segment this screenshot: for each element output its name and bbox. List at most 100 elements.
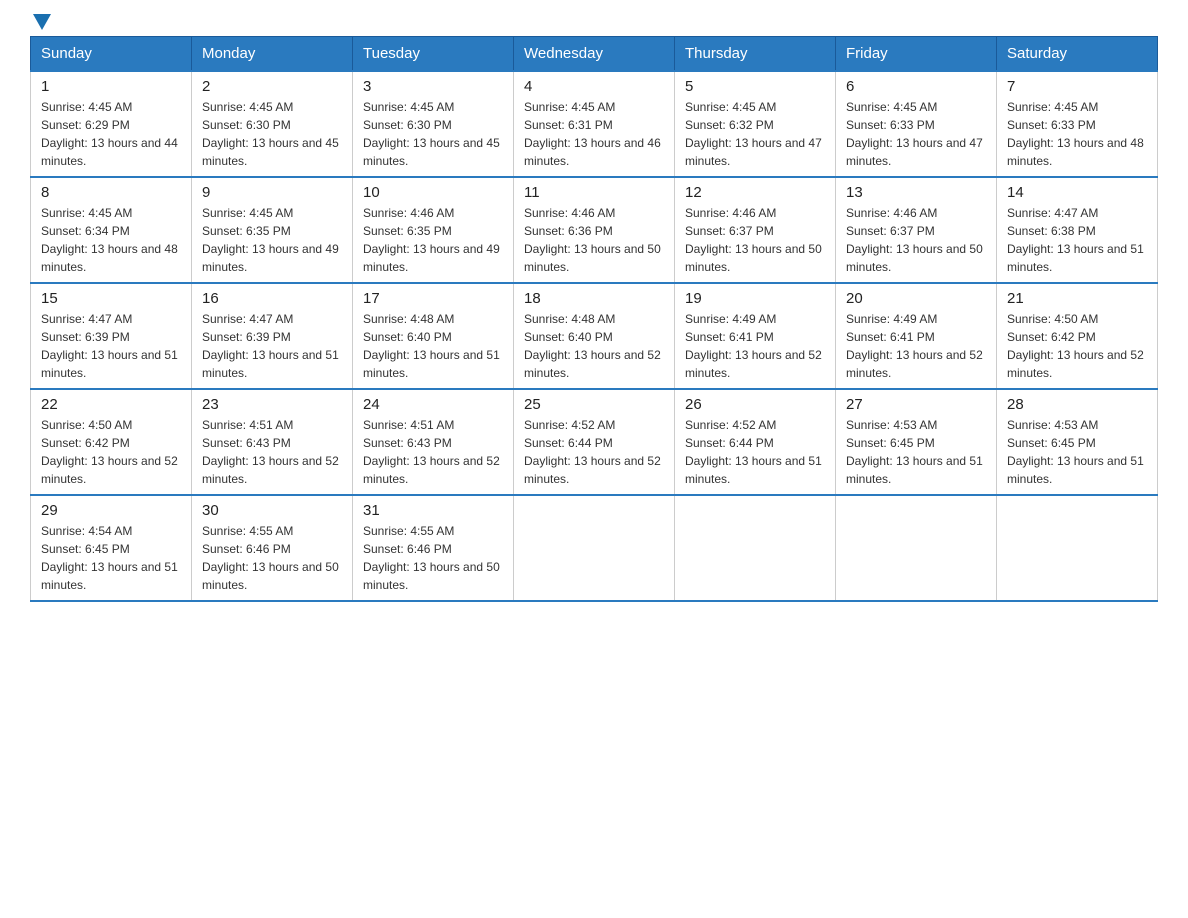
day-number: 1: [41, 78, 181, 95]
calendar-cell: [514, 495, 675, 601]
calendar-cell: 28 Sunrise: 4:53 AMSunset: 6:45 PMDaylig…: [997, 389, 1158, 495]
day-info: Sunrise: 4:45 AMSunset: 6:32 PMDaylight:…: [685, 100, 822, 168]
day-number: 16: [202, 290, 342, 307]
calendar-cell: 19 Sunrise: 4:49 AMSunset: 6:41 PMDaylig…: [675, 283, 836, 389]
calendar-cell: 29 Sunrise: 4:54 AMSunset: 6:45 PMDaylig…: [31, 495, 192, 601]
day-number: 31: [363, 502, 503, 519]
calendar-cell: 27 Sunrise: 4:53 AMSunset: 6:45 PMDaylig…: [836, 389, 997, 495]
day-info: Sunrise: 4:45 AMSunset: 6:30 PMDaylight:…: [363, 100, 500, 168]
day-number: 30: [202, 502, 342, 519]
weekday-header-friday: Friday: [836, 37, 997, 72]
day-info: Sunrise: 4:45 AMSunset: 6:33 PMDaylight:…: [846, 100, 983, 168]
calendar-table: SundayMondayTuesdayWednesdayThursdayFrid…: [30, 36, 1158, 602]
day-info: Sunrise: 4:54 AMSunset: 6:45 PMDaylight:…: [41, 524, 178, 592]
calendar-cell: [675, 495, 836, 601]
day-info: Sunrise: 4:55 AMSunset: 6:46 PMDaylight:…: [202, 524, 339, 592]
calendar-cell: 16 Sunrise: 4:47 AMSunset: 6:39 PMDaylig…: [192, 283, 353, 389]
day-number: 9: [202, 184, 342, 201]
day-info: Sunrise: 4:46 AMSunset: 6:37 PMDaylight:…: [685, 206, 822, 274]
calendar-cell: 1 Sunrise: 4:45 AMSunset: 6:29 PMDayligh…: [31, 71, 192, 177]
day-info: Sunrise: 4:46 AMSunset: 6:36 PMDaylight:…: [524, 206, 661, 274]
day-number: 21: [1007, 290, 1147, 307]
calendar-cell: 3 Sunrise: 4:45 AMSunset: 6:30 PMDayligh…: [353, 71, 514, 177]
calendar-cell: 12 Sunrise: 4:46 AMSunset: 6:37 PMDaylig…: [675, 177, 836, 283]
day-info: Sunrise: 4:45 AMSunset: 6:33 PMDaylight:…: [1007, 100, 1144, 168]
calendar-cell: 5 Sunrise: 4:45 AMSunset: 6:32 PMDayligh…: [675, 71, 836, 177]
calendar-week-row: 1 Sunrise: 4:45 AMSunset: 6:29 PMDayligh…: [31, 71, 1158, 177]
weekday-header-row: SundayMondayTuesdayWednesdayThursdayFrid…: [31, 37, 1158, 72]
logo: [30, 20, 51, 26]
day-number: 18: [524, 290, 664, 307]
day-info: Sunrise: 4:53 AMSunset: 6:45 PMDaylight:…: [1007, 418, 1144, 486]
calendar-cell: 8 Sunrise: 4:45 AMSunset: 6:34 PMDayligh…: [31, 177, 192, 283]
day-info: Sunrise: 4:45 AMSunset: 6:34 PMDaylight:…: [41, 206, 178, 274]
day-number: 4: [524, 78, 664, 95]
day-number: 22: [41, 396, 181, 413]
day-number: 17: [363, 290, 503, 307]
calendar-cell: 9 Sunrise: 4:45 AMSunset: 6:35 PMDayligh…: [192, 177, 353, 283]
day-info: Sunrise: 4:52 AMSunset: 6:44 PMDaylight:…: [524, 418, 661, 486]
calendar-cell: 10 Sunrise: 4:46 AMSunset: 6:35 PMDaylig…: [353, 177, 514, 283]
weekday-header-sunday: Sunday: [31, 37, 192, 72]
day-info: Sunrise: 4:55 AMSunset: 6:46 PMDaylight:…: [363, 524, 500, 592]
calendar-cell: 11 Sunrise: 4:46 AMSunset: 6:36 PMDaylig…: [514, 177, 675, 283]
day-number: 26: [685, 396, 825, 413]
day-info: Sunrise: 4:50 AMSunset: 6:42 PMDaylight:…: [1007, 312, 1144, 380]
calendar-cell: 13 Sunrise: 4:46 AMSunset: 6:37 PMDaylig…: [836, 177, 997, 283]
day-info: Sunrise: 4:47 AMSunset: 6:39 PMDaylight:…: [202, 312, 339, 380]
calendar-cell: 20 Sunrise: 4:49 AMSunset: 6:41 PMDaylig…: [836, 283, 997, 389]
day-number: 2: [202, 78, 342, 95]
calendar-week-row: 15 Sunrise: 4:47 AMSunset: 6:39 PMDaylig…: [31, 283, 1158, 389]
weekday-header-monday: Monday: [192, 37, 353, 72]
day-number: 8: [41, 184, 181, 201]
calendar-cell: 21 Sunrise: 4:50 AMSunset: 6:42 PMDaylig…: [997, 283, 1158, 389]
calendar-cell: 2 Sunrise: 4:45 AMSunset: 6:30 PMDayligh…: [192, 71, 353, 177]
weekday-header-tuesday: Tuesday: [353, 37, 514, 72]
calendar-cell: 22 Sunrise: 4:50 AMSunset: 6:42 PMDaylig…: [31, 389, 192, 495]
calendar-week-row: 8 Sunrise: 4:45 AMSunset: 6:34 PMDayligh…: [31, 177, 1158, 283]
day-number: 28: [1007, 396, 1147, 413]
weekday-header-saturday: Saturday: [997, 37, 1158, 72]
calendar-cell: 23 Sunrise: 4:51 AMSunset: 6:43 PMDaylig…: [192, 389, 353, 495]
calendar-cell: 15 Sunrise: 4:47 AMSunset: 6:39 PMDaylig…: [31, 283, 192, 389]
day-info: Sunrise: 4:51 AMSunset: 6:43 PMDaylight:…: [202, 418, 339, 486]
day-number: 13: [846, 184, 986, 201]
day-info: Sunrise: 4:50 AMSunset: 6:42 PMDaylight:…: [41, 418, 178, 486]
calendar-cell: 26 Sunrise: 4:52 AMSunset: 6:44 PMDaylig…: [675, 389, 836, 495]
day-info: Sunrise: 4:53 AMSunset: 6:45 PMDaylight:…: [846, 418, 983, 486]
day-number: 29: [41, 502, 181, 519]
day-info: Sunrise: 4:48 AMSunset: 6:40 PMDaylight:…: [363, 312, 500, 380]
day-info: Sunrise: 4:47 AMSunset: 6:39 PMDaylight:…: [41, 312, 178, 380]
calendar-cell: 6 Sunrise: 4:45 AMSunset: 6:33 PMDayligh…: [836, 71, 997, 177]
day-number: 27: [846, 396, 986, 413]
calendar-cell: 25 Sunrise: 4:52 AMSunset: 6:44 PMDaylig…: [514, 389, 675, 495]
day-number: 24: [363, 396, 503, 413]
calendar-week-row: 29 Sunrise: 4:54 AMSunset: 6:45 PMDaylig…: [31, 495, 1158, 601]
day-info: Sunrise: 4:46 AMSunset: 6:37 PMDaylight:…: [846, 206, 983, 274]
day-number: 3: [363, 78, 503, 95]
day-info: Sunrise: 4:45 AMSunset: 6:35 PMDaylight:…: [202, 206, 339, 274]
weekday-header-wednesday: Wednesday: [514, 37, 675, 72]
day-number: 11: [524, 184, 664, 201]
day-info: Sunrise: 4:47 AMSunset: 6:38 PMDaylight:…: [1007, 206, 1144, 274]
day-number: 19: [685, 290, 825, 307]
day-number: 6: [846, 78, 986, 95]
day-info: Sunrise: 4:49 AMSunset: 6:41 PMDaylight:…: [685, 312, 822, 380]
day-number: 12: [685, 184, 825, 201]
calendar-cell: [997, 495, 1158, 601]
calendar-cell: 7 Sunrise: 4:45 AMSunset: 6:33 PMDayligh…: [997, 71, 1158, 177]
day-info: Sunrise: 4:45 AMSunset: 6:31 PMDaylight:…: [524, 100, 661, 168]
day-number: 5: [685, 78, 825, 95]
calendar-cell: 24 Sunrise: 4:51 AMSunset: 6:43 PMDaylig…: [353, 389, 514, 495]
day-number: 25: [524, 396, 664, 413]
day-info: Sunrise: 4:48 AMSunset: 6:40 PMDaylight:…: [524, 312, 661, 380]
calendar-cell: 30 Sunrise: 4:55 AMSunset: 6:46 PMDaylig…: [192, 495, 353, 601]
day-number: 23: [202, 396, 342, 413]
day-info: Sunrise: 4:51 AMSunset: 6:43 PMDaylight:…: [363, 418, 500, 486]
day-number: 20: [846, 290, 986, 307]
day-info: Sunrise: 4:46 AMSunset: 6:35 PMDaylight:…: [363, 206, 500, 274]
weekday-header-thursday: Thursday: [675, 37, 836, 72]
calendar-cell: 14 Sunrise: 4:47 AMSunset: 6:38 PMDaylig…: [997, 177, 1158, 283]
calendar-week-row: 22 Sunrise: 4:50 AMSunset: 6:42 PMDaylig…: [31, 389, 1158, 495]
calendar-cell: 17 Sunrise: 4:48 AMSunset: 6:40 PMDaylig…: [353, 283, 514, 389]
